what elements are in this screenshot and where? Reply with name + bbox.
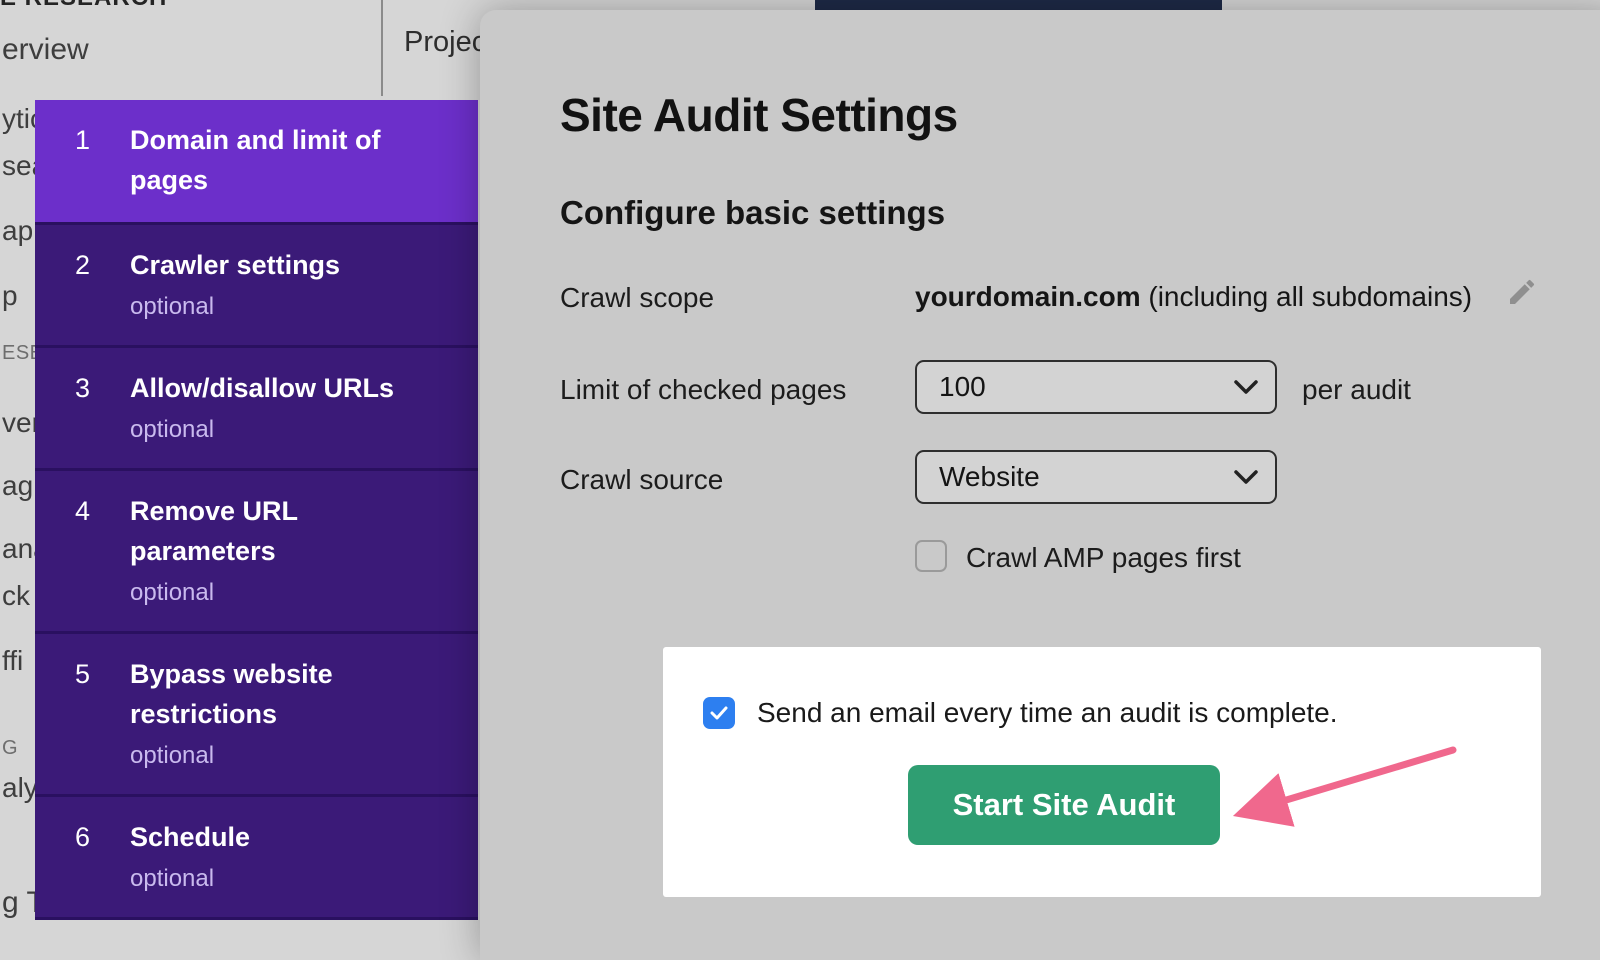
crawl-source-value: Website [939, 461, 1040, 493]
step-optional-tag: optional [130, 414, 442, 446]
step-number: 5 [35, 654, 130, 694]
crawl-scope-domain: yourdomain.com [915, 281, 1141, 312]
section-title: Configure basic settings [560, 194, 945, 232]
wizard-steps-panel: 1 Domain and limit of pages 2 Crawler se… [35, 100, 478, 920]
chevron-down-icon [1233, 379, 1259, 395]
wizard-step-allow-disallow-urls[interactable]: 3 Allow/disallow URLs optional [35, 348, 478, 471]
crawl-scope-label: Crawl scope [560, 282, 714, 314]
wizard-step-bypass-restrictions[interactable]: 5 Bypass website restrictions optional [35, 634, 478, 797]
email-notify-label: Send an email every time an audit is com… [757, 697, 1338, 729]
sidebar-item-overview-clipped: erview [2, 33, 89, 67]
step-label: Schedule [130, 817, 442, 857]
checkmark-icon [710, 706, 728, 720]
email-notify-checkbox[interactable] [703, 697, 735, 729]
wizard-step-crawler-settings[interactable]: 2 Crawler settings optional [35, 225, 478, 348]
header-divider [381, 0, 383, 96]
edit-pencil-icon[interactable] [1506, 276, 1538, 308]
limit-pages-dropdown[interactable]: 100 [915, 360, 1277, 414]
screen: { "background": { "top_left_fragment": "… [0, 0, 1600, 943]
clipped-section-heading: E RESEARCH [0, 0, 220, 10]
step-optional-tag: optional [130, 577, 442, 609]
step-number: 4 [35, 491, 130, 531]
sidebar-fragment: ck [2, 580, 30, 612]
wizard-step-domain-and-limit[interactable]: 1 Domain and limit of pages [35, 100, 478, 225]
step-optional-tag: optional [130, 863, 442, 895]
start-site-audit-button[interactable]: Start Site Audit [908, 765, 1220, 845]
step-label: Domain and limit of pages [130, 120, 442, 200]
limit-pages-label: Limit of checked pages [560, 374, 846, 406]
step-number: 2 [35, 245, 130, 285]
step-optional-tag: optional [130, 291, 442, 323]
wizard-step-schedule[interactable]: 6 Schedule optional [35, 797, 478, 920]
step-label: Crawler settings [130, 245, 442, 285]
email-and-start-callout: Send an email every time an audit is com… [663, 647, 1541, 897]
per-audit-suffix: per audit [1302, 374, 1411, 406]
wizard-step-remove-url-parameters[interactable]: 4 Remove URL parameters optional [35, 471, 478, 634]
projects-tab-clipped[interactable]: Projec [404, 26, 486, 59]
sidebar-fragment: p [2, 280, 18, 312]
limit-pages-value: 100 [939, 371, 986, 403]
step-number: 3 [35, 368, 130, 408]
crawl-source-dropdown[interactable]: Website [915, 450, 1277, 504]
modal-title: Site Audit Settings [560, 88, 958, 142]
crawl-amp-label: Crawl AMP pages first [966, 542, 1241, 574]
step-optional-tag: optional [130, 740, 442, 772]
step-number: 6 [35, 817, 130, 857]
crawl-amp-checkbox[interactable] [915, 540, 947, 572]
step-label: Bypass website restrictions [130, 654, 442, 734]
crawl-scope-subdomains-note: (including all subdomains) [1141, 281, 1473, 312]
crawl-source-label: Crawl source [560, 464, 723, 496]
step-number: 1 [35, 120, 130, 160]
sidebar-section-fragment: G [2, 737, 18, 760]
step-label: Allow/disallow URLs [130, 368, 442, 408]
chevron-down-icon [1233, 469, 1259, 485]
sidebar-fragment: agi [2, 470, 39, 502]
sidebar-fragment: ap [2, 215, 33, 247]
site-audit-settings-modal: Site Audit Settings Configure basic sett… [480, 10, 1600, 960]
sidebar-fragment: aly [2, 772, 38, 804]
crawl-scope-value: yourdomain.com (including all subdomains… [915, 281, 1472, 313]
sidebar-fragment: ffi [2, 645, 23, 677]
step-label: Remove URL parameters [130, 491, 442, 571]
